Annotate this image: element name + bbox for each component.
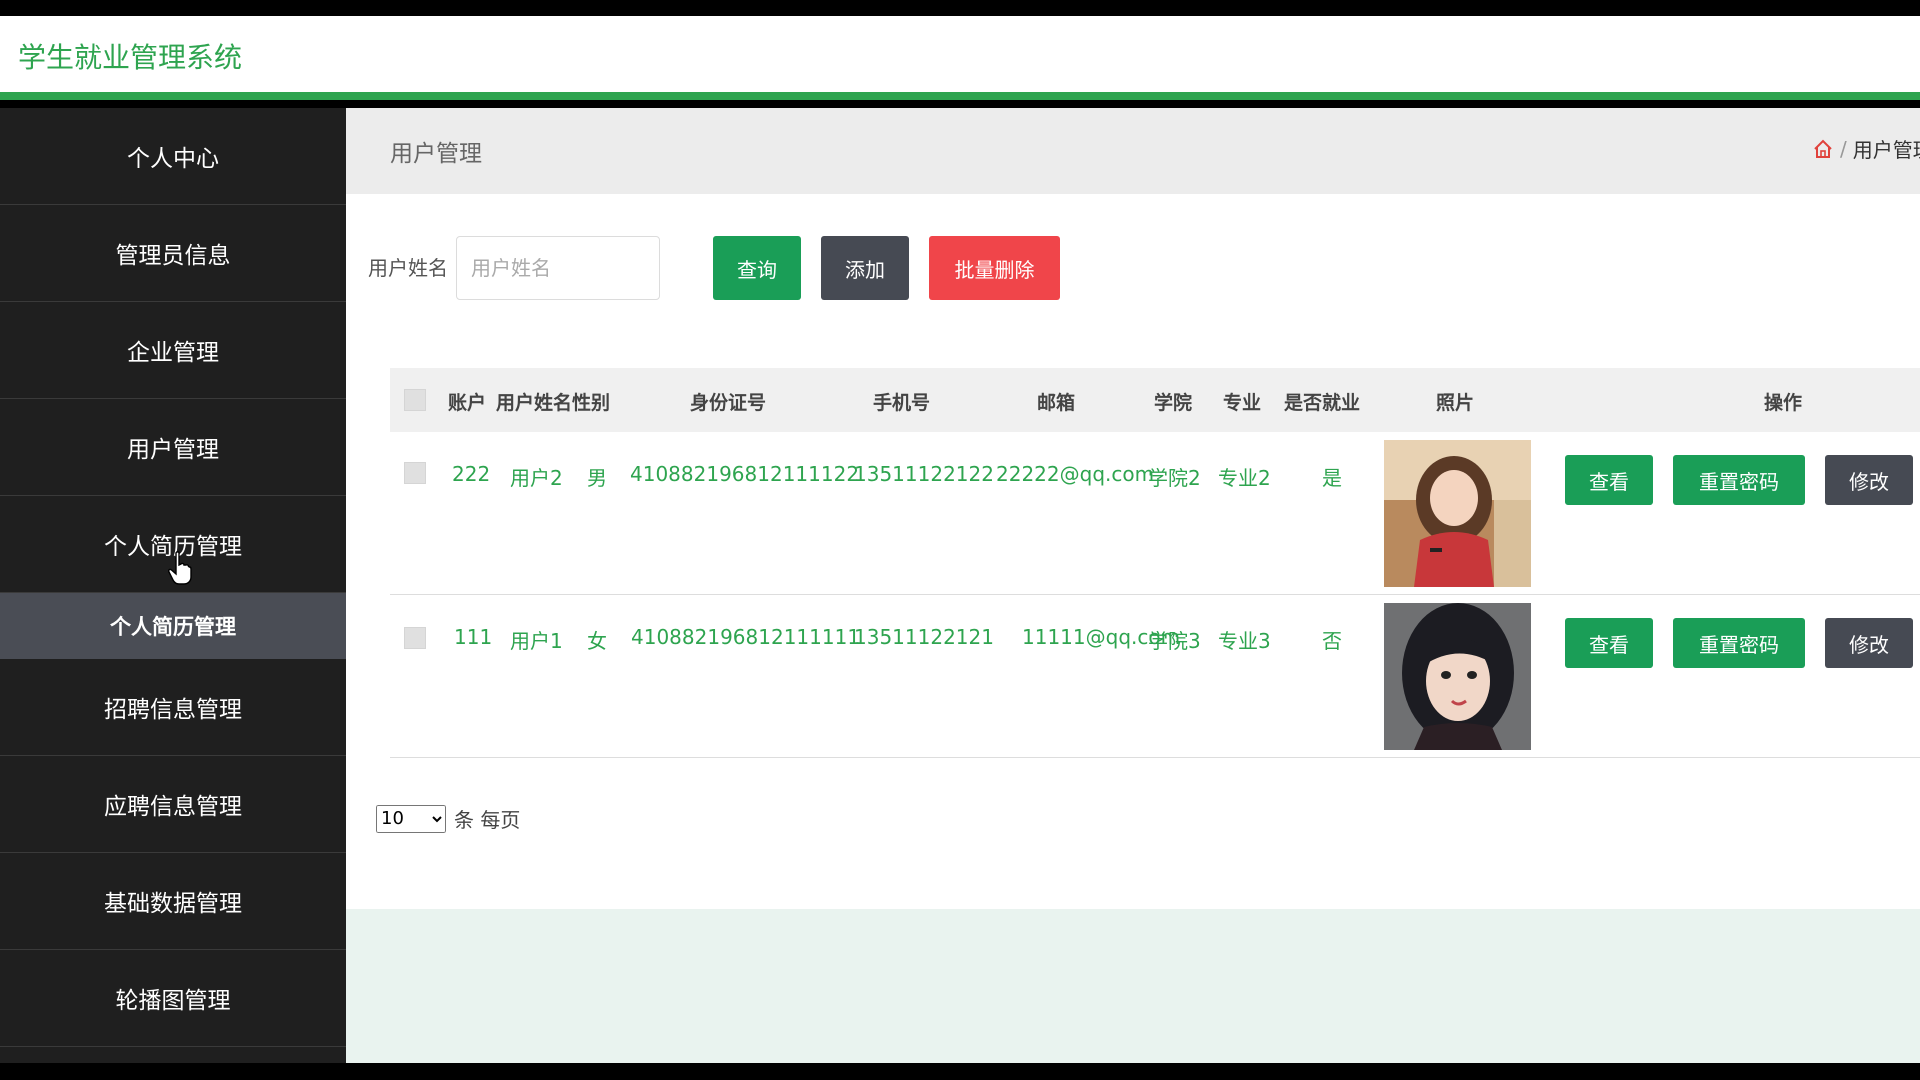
col-photo: 照片 xyxy=(1436,392,1475,414)
cell-name: 用户2 xyxy=(510,466,563,490)
col-gender: 性别 xyxy=(572,392,611,414)
sidebar-item-label: 企业管理 xyxy=(127,340,219,366)
user-table: 账户 用户姓名 性别 身份证号 手机号 邮箱 学院 专业 是否就业 照片 操作 … xyxy=(390,368,1920,758)
table-header: 账户 用户姓名 性别 身份证号 手机号 邮箱 学院 专业 是否就业 照片 操作 xyxy=(390,368,1920,432)
select-all-checkbox[interactable] xyxy=(404,389,426,411)
cell-major: 专业3 xyxy=(1218,629,1271,653)
main-area: 用户管理 / 用户管理 用户姓名 查询 添加 批量删除 账户 用户姓名 性别 身… xyxy=(346,108,1920,1063)
sidebar-item-carousel[interactable]: 轮播图管理 xyxy=(0,950,346,1047)
col-actions: 操作 xyxy=(1764,392,1803,414)
sidebar-item-label: 应聘信息管理 xyxy=(104,794,242,820)
sidebar: 个人中心 管理员信息 企业管理 用户管理 个人简历管理 个人简历管理 招聘信息管… xyxy=(0,108,346,1063)
cell-email: 22222@qq.com xyxy=(996,462,1155,486)
sidebar-item-applications[interactable]: 应聘信息管理 xyxy=(0,756,346,853)
cell-employed: 否 xyxy=(1322,629,1342,653)
home-icon[interactable] xyxy=(1812,138,1834,160)
col-major: 专业 xyxy=(1223,392,1262,414)
cell-college: 学院2 xyxy=(1148,466,1201,490)
sidebar-item-company[interactable]: 企业管理 xyxy=(0,302,346,399)
user-photo xyxy=(1384,603,1531,750)
breadcrumb-current: 用户管理 xyxy=(1852,138,1920,162)
user-photo xyxy=(1384,440,1531,587)
hand-cursor-icon xyxy=(168,551,192,585)
content-panel: 用户姓名 查询 添加 批量删除 账户 用户姓名 性别 身份证号 手机号 邮箱 学… xyxy=(346,194,1920,909)
col-email: 邮箱 xyxy=(1037,392,1076,414)
breadcrumb: / 用户管理 xyxy=(1812,134,1920,163)
reset-password-button[interactable]: 重置密码 xyxy=(1673,618,1805,668)
cell-college: 学院3 xyxy=(1148,629,1201,653)
cell-major: 专业2 xyxy=(1218,466,1271,490)
col-id-number: 身份证号 xyxy=(690,392,767,414)
app-title: 学生就业管理系统 xyxy=(18,41,243,74)
col-college: 学院 xyxy=(1154,392,1193,414)
cell-phone: 13511122122 xyxy=(854,462,994,486)
page-size-select[interactable]: 10 xyxy=(376,804,446,833)
col-phone: 手机号 xyxy=(873,392,931,414)
pagination: 10 条 每页 xyxy=(376,804,520,833)
breadcrumb-separator: / xyxy=(1840,136,1847,161)
batch-delete-button[interactable]: 批量删除 xyxy=(929,236,1060,300)
sidebar-item-label: 个人中心 xyxy=(127,146,219,172)
col-employed: 是否就业 xyxy=(1284,392,1361,414)
table-row: 111 用户1 女 410882196812111111 13511122121… xyxy=(390,595,1920,758)
reset-password-button[interactable]: 重置密码 xyxy=(1673,455,1805,505)
query-button[interactable]: 查询 xyxy=(713,236,801,300)
cell-account: 111 xyxy=(454,625,493,649)
page-title: 用户管理 xyxy=(390,141,482,167)
sidebar-subitem-label: 个人简历管理 xyxy=(110,615,236,639)
sidebar-item-users[interactable]: 用户管理 xyxy=(0,399,346,496)
sidebar-item-base-data[interactable]: 基础数据管理 xyxy=(0,853,346,950)
sidebar-item-admin-info[interactable]: 管理员信息 xyxy=(0,205,346,302)
view-button[interactable]: 查看 xyxy=(1565,618,1653,668)
page-size-suffix: 条 每页 xyxy=(454,808,521,832)
cell-phone: 13511122121 xyxy=(854,625,994,649)
sidebar-subitem-resume[interactable]: 个人简历管理 xyxy=(0,593,346,659)
col-name: 用户姓名 xyxy=(496,392,573,414)
cell-gender: 女 xyxy=(587,629,607,653)
row-checkbox[interactable] xyxy=(404,462,426,484)
sidebar-item-personal-center[interactable]: 个人中心 xyxy=(0,108,346,205)
sidebar-item-label: 基础数据管理 xyxy=(104,891,242,917)
breadcrumb-bar: 用户管理 / 用户管理 xyxy=(346,108,1920,194)
sidebar-item-recruitment[interactable]: 招聘信息管理 xyxy=(0,659,346,756)
col-account: 账户 xyxy=(448,392,487,414)
add-button[interactable]: 添加 xyxy=(821,236,909,300)
cell-employed: 是 xyxy=(1322,466,1342,490)
edit-button[interactable]: 修改 xyxy=(1825,455,1913,505)
cell-id-number: 410882196812111111 xyxy=(631,625,861,649)
footer-area xyxy=(346,909,1920,1063)
sidebar-item-label: 管理员信息 xyxy=(115,243,231,269)
sidebar-item-label: 轮播图管理 xyxy=(115,988,231,1014)
cell-gender: 男 xyxy=(587,466,607,490)
bottom-letterbox xyxy=(0,1063,1920,1080)
row-checkbox[interactable] xyxy=(404,627,426,649)
cell-id-number: 410882196812111122 xyxy=(630,462,860,486)
sidebar-item-label: 招聘信息管理 xyxy=(104,697,242,723)
search-label: 用户姓名 xyxy=(368,256,448,280)
top-letterbox xyxy=(0,0,1920,16)
cell-name: 用户1 xyxy=(510,629,563,653)
view-button[interactable]: 查看 xyxy=(1565,455,1653,505)
search-input[interactable] xyxy=(456,236,660,300)
edit-button[interactable]: 修改 xyxy=(1825,618,1913,668)
sidebar-item-label: 用户管理 xyxy=(127,437,219,463)
table-row: 222 用户2 男 410882196812111122 13511122122… xyxy=(390,432,1920,595)
cell-account: 222 xyxy=(452,462,491,486)
app-header: 学生就业管理系统 xyxy=(0,16,1920,100)
